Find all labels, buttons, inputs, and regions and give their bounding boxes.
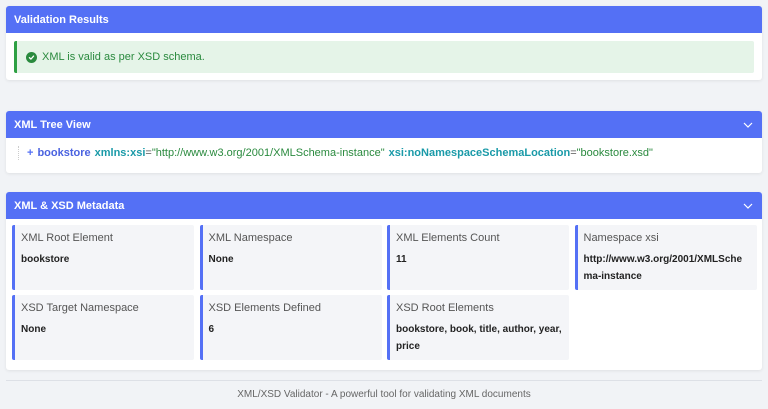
validation-results-title: Validation Results xyxy=(14,13,109,26)
tree-attribute-name: xsi:noNamespaceSchemaLocation xyxy=(388,147,571,159)
tree-attribute-value: "http://www.w3.org/2001/XMLSchema-instan… xyxy=(151,147,385,159)
metadata-item-xml-root-element: XML Root Element bookstore xyxy=(12,225,194,290)
metadata-value: bookstore, book, title, author, year, pr… xyxy=(396,324,562,352)
chevron-down-icon[interactable] xyxy=(742,119,754,131)
metadata-item-xml-elements-count: XML Elements Count 11 xyxy=(387,225,569,290)
metadata-item-namespace-xsi: Namespace xsi http://www.w3.org/2001/XML… xyxy=(574,225,757,290)
metadata-value: 11 xyxy=(396,254,407,265)
metadata-value: None xyxy=(208,254,234,265)
metadata-value: 6 xyxy=(208,324,215,335)
metadata-item-xsd-root-elements: XSD Root Elements bookstore, book, title… xyxy=(387,295,569,360)
metadata-card: XML & XSD Metadata XML Root Element book… xyxy=(6,192,762,370)
metadata-title: XML & XSD Metadata xyxy=(14,199,125,212)
validation-success-alert: XML is valid as per XSD schema. xyxy=(14,41,754,73)
tree-element-name[interactable]: bookstore xyxy=(37,147,90,159)
metadata-label: XSD Target Namespace xyxy=(21,302,139,314)
metadata-item-xml-namespace: XML Namespace None xyxy=(199,225,382,290)
xml-tree-view-card: XML Tree View + bookstore xmlns:xsi = "htt… xyxy=(6,111,762,173)
metadata-item-xsd-elements-defined: XSD Elements Defined 6 xyxy=(199,295,382,360)
metadata-value: http://www.w3.org/2001/XMLSchema-instanc… xyxy=(583,254,743,282)
tree-attribute-value: "bookstore.xsd" xyxy=(576,147,653,159)
footer-divider xyxy=(6,380,762,381)
tree-attribute-name: xmlns:xsi xyxy=(94,147,146,159)
validation-results-header: Validation Results xyxy=(6,6,762,33)
validation-results-card: Validation Results XML is valid as per X… xyxy=(6,6,762,80)
validation-message: XML is valid as per XSD schema. xyxy=(42,51,205,63)
metadata-value: None xyxy=(21,324,46,335)
metadata-grid: XML Root Element bookstore XML Namespace… xyxy=(12,225,757,360)
metadata-label: XML Root Element xyxy=(21,232,113,244)
metadata-label: XSD Root Elements xyxy=(396,302,494,314)
metadata-label: Namespace xsi xyxy=(583,232,659,244)
xml-tree-view-header[interactable]: XML Tree View xyxy=(6,111,762,138)
tree-expand-toggle[interactable]: + xyxy=(27,147,33,159)
metadata-header[interactable]: XML & XSD Metadata xyxy=(6,192,762,219)
xml-tree-view-title: XML Tree View xyxy=(14,118,91,131)
metadata-value: bookstore xyxy=(21,254,70,265)
metadata-label: XML Elements Count xyxy=(396,232,500,244)
metadata-item-xsd-target-namespace: XSD Target Namespace None xyxy=(12,295,194,360)
check-circle-icon xyxy=(26,51,37,63)
tree-guide-line xyxy=(18,146,21,160)
metadata-label: XML Namespace xyxy=(208,232,293,244)
footer-text: XML/XSD Validator - A powerful tool for … xyxy=(237,389,531,400)
xml-tree-root-node: + bookstore xmlns:xsi = "http://www.w3.org… xyxy=(18,146,657,160)
metadata-label: XSD Elements Defined xyxy=(208,302,322,314)
chevron-down-icon[interactable] xyxy=(742,200,754,212)
